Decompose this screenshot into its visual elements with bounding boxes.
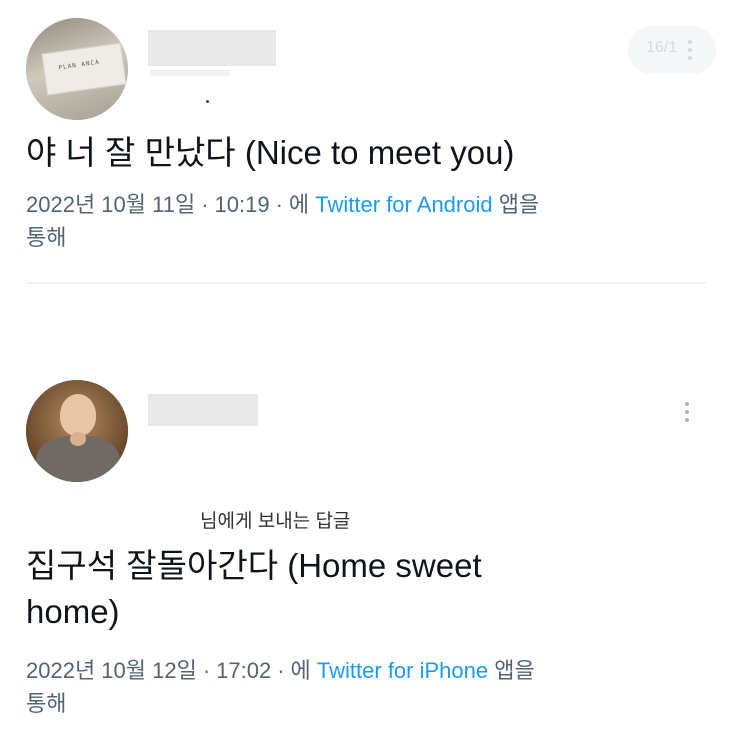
reply-to-label: 님에게 보내는 답글 xyxy=(200,511,351,532)
separator-dot: · xyxy=(202,658,211,683)
via-suffix: 앱을 xyxy=(494,658,535,683)
avatar-figure-head xyxy=(60,394,96,436)
tweet-divider xyxy=(26,282,706,284)
separator-dot: · xyxy=(275,192,283,217)
via-suffix-line: 통해 xyxy=(26,225,67,250)
tweet-text: 집구석 잘돌아간다 (Home sweet home) xyxy=(26,543,482,635)
image-artifact xyxy=(206,100,209,103)
image-counter-badge: 16/1 xyxy=(628,26,716,74)
redacted-display-name xyxy=(148,30,276,66)
separator-dot: · xyxy=(201,192,209,217)
tweet-time[interactable]: 10:19 xyxy=(215,192,270,217)
tweet-metadata: 2022년 10월 11일 · 10:19 · 에 Twitter for Androi… xyxy=(26,188,539,254)
avatar-card-text: PLAN ANCA xyxy=(58,58,101,72)
separator-dot: · xyxy=(277,658,285,683)
tweet-card: 님에게 보내는 답글 집구석 잘돌아간다 (Home sweet home) 2… xyxy=(0,360,743,743)
redacted-display-name xyxy=(148,394,258,426)
avatar-figure-hand xyxy=(70,432,86,446)
tweet-date[interactable]: 2022년 10월 11일 xyxy=(26,192,195,217)
tweet-text: 야 너 잘 만났다 (Nice to meet you) xyxy=(26,130,514,176)
avatar[interactable]: PLAN ANCA xyxy=(26,18,128,120)
tweet-metadata-line: 2022년 10월 11일 · 10:19 · 에 Twitter for Androi… xyxy=(26,188,539,221)
tweet-card: PLAN ANCA 16/1 야 너 잘 만났다 (Nice to meet y… xyxy=(0,0,743,285)
via-suffix-line: 통해 xyxy=(26,691,67,716)
tweet-date[interactable]: 2022년 10월 12일 xyxy=(26,658,197,683)
more-vertical-icon[interactable] xyxy=(688,40,694,64)
via-prefix: 에 xyxy=(290,658,311,683)
more-vertical-icon[interactable] xyxy=(685,402,691,426)
tweet-text-line: 집구석 잘돌아간다 (Home sweet xyxy=(26,547,482,584)
tweet-text-line: 야 너 잘 만났다 (Nice to meet you) xyxy=(26,134,515,171)
via-suffix: 앱을 xyxy=(498,192,540,217)
tweet-time[interactable]: 17:02 xyxy=(216,658,271,683)
tweet-metadata-line: 2022년 10월 12일 · 17:02 · 에 Twitter for iPhone… xyxy=(26,654,535,687)
tweet-text-line: home) xyxy=(26,593,120,630)
source-app-link[interactable]: Twitter for Android xyxy=(315,192,492,217)
via-prefix: 에 xyxy=(288,192,310,217)
tweet-metadata: 2022년 10월 12일 · 17:02 · 에 Twitter for iPhone… xyxy=(26,654,535,720)
redacted-username xyxy=(150,70,230,76)
image-counter-text: 16/1 xyxy=(646,39,678,56)
avatar[interactable] xyxy=(26,380,128,482)
source-app-link[interactable]: Twitter for iPhone xyxy=(317,658,488,683)
